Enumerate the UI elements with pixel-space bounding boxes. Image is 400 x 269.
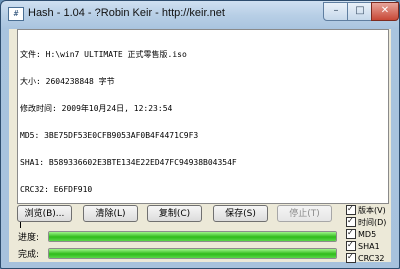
- progress-bar-fill: [49, 232, 336, 241]
- output-line-size: 大小: 2604238848 字节: [20, 77, 115, 86]
- complete-bar: [48, 248, 337, 259]
- complete-bar-fill: [49, 249, 336, 258]
- output-line-sha1: SHA1: B589336602E3BTE134E22ED47FC94938B0…: [20, 158, 237, 167]
- output-line-md5: MD5: 3BE75DF53E0CFB9053AF0B4F4471C9F3: [20, 131, 199, 140]
- output-line-modified: 修改时间: 2009年10月24日, 12:23:54: [20, 104, 173, 113]
- browse-button[interactable]: 浏览(B)...: [17, 205, 72, 222]
- progress-bar: [48, 231, 337, 242]
- maximize-button[interactable]: □: [347, 2, 373, 21]
- clear-button[interactable]: 清除(L): [83, 205, 138, 222]
- progress-label: 进度:: [18, 233, 40, 243]
- version-checkbox-label: 版本(V): [358, 206, 386, 215]
- save-button[interactable]: 保存(S): [213, 205, 268, 222]
- hash-window: # Hash - 1.04 - ?Robin Keir - http://kei…: [0, 0, 400, 269]
- crc32-checkbox[interactable]: CRC32: [346, 251, 385, 264]
- checkbox-checked-icon: [346, 251, 356, 263]
- copy-button[interactable]: 复制(C): [147, 205, 202, 222]
- hash-app-icon[interactable]: #: [8, 7, 24, 21]
- checkbox-checked-icon: [346, 227, 356, 239]
- checkbox-checked-icon: [346, 203, 356, 215]
- window-title: Hash - 1.04 - ?Robin Keir - http://keir.…: [28, 7, 225, 19]
- stop-button[interactable]: 停止(T): [277, 205, 332, 222]
- hash-output-textbox[interactable]: 文件: H:\win7 ULTIMATE 正式零售版.iso 大小: 26042…: [17, 29, 389, 228]
- sha1-checkbox-label: SHA1: [358, 242, 380, 251]
- title-bar[interactable]: # Hash - 1.04 - ?Robin Keir - http://kei…: [1, 1, 399, 27]
- output-line-file: 文件: H:\win7 ULTIMATE 正式零售版.iso: [20, 50, 187, 59]
- checkbox-checked-icon: [346, 215, 356, 227]
- client-area: 文件: H:\win7 ULTIMATE 正式零售版.iso 大小: 26042…: [9, 29, 391, 264]
- checkbox-checked-icon: [346, 239, 356, 251]
- close-button[interactable]: ✕: [371, 2, 399, 21]
- minimize-button[interactable]: –: [323, 2, 349, 21]
- time-checkbox-label: 时间(D): [358, 218, 387, 227]
- crc32-checkbox-label: CRC32: [358, 254, 385, 263]
- md5-checkbox-label: MD5: [358, 230, 377, 239]
- complete-label: 完成:: [18, 250, 40, 260]
- output-line-crc32: CRC32: E6FDF910: [20, 185, 93, 194]
